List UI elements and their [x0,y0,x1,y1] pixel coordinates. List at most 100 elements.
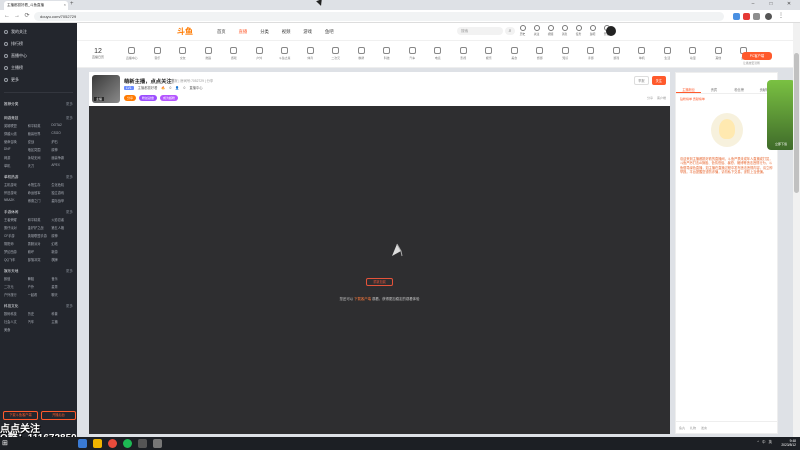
category-link[interactable]: 命运冠军 [28,190,50,195]
section-more[interactable]: 更多 [66,210,73,215]
forward-button[interactable]: → [13,12,21,20]
address-bar[interactable]: douyu.com/7052729 [34,12,724,21]
category-item[interactable]: 电竞 [425,47,451,60]
category-link[interactable]: 梦幻西游 [4,249,26,254]
folder-icon[interactable] [93,439,102,448]
category-link[interactable]: 永劫无间 [28,155,50,160]
chat-tab[interactable]: 主播粉丝 [676,86,702,93]
category-item[interactable]: 手游 [578,47,604,60]
category-link[interactable]: 星秀 [51,284,73,289]
category-link[interactable]: 逆战 [28,139,50,144]
category-link[interactable]: 星际战甲 [51,198,73,203]
sidebar-item[interactable]: 排行榜 [4,38,73,50]
app-icon[interactable] [78,439,87,448]
category-link[interactable]: 原神 [51,147,73,152]
category-item[interactable]: 其他 [706,47,732,60]
section-title[interactable]: 娱乐天地 [4,269,18,274]
sidebar-item[interactable]: 直播中心 [4,50,73,62]
report-button[interactable]: 举报 [634,76,649,85]
sidebar-item[interactable]: 主播榜 [4,62,73,74]
category-link[interactable]: 木筏生存 [28,182,50,187]
sidebar-item[interactable]: 更多 [4,74,73,86]
nav-item-0[interactable]: 首页 [217,29,226,35]
nav-item-5[interactable]: 鱼吧 [325,29,334,35]
category-link[interactable]: 独立游戏 [51,190,73,195]
category-link[interactable]: 英雄联盟手游 [28,233,50,238]
category-link[interactable]: 和平精英 [28,217,50,222]
chat-footer-item[interactable]: 发言 [701,426,707,430]
section-title[interactable]: 手游休闲 [4,210,18,215]
app-icon[interactable] [138,439,147,448]
category-link[interactable]: 第五人格 [51,225,73,230]
video-player[interactable]: 重新加载 您还可以 下载客户端 观看，获得更加稳定的观看体验 [89,106,670,434]
pc-client-button[interactable]: PC客户端 [742,52,772,60]
category-item[interactable]: 二次元 [323,47,349,60]
section-more[interactable]: 更多 [66,102,73,107]
category-link[interactable]: DOTA2 [51,123,73,128]
room-badge[interactable]: 分享 [124,95,137,101]
category-link[interactable]: 博德之门 [28,198,50,203]
category-link[interactable]: 魔兽争霸 [51,155,73,160]
section-more[interactable]: 更多 [66,175,73,180]
category-link[interactable]: 部落冲突 [28,257,50,262]
category-link[interactable]: 一起看 [28,292,50,297]
nav-item-2[interactable]: 分类 [260,29,269,35]
app-icon[interactable] [153,439,162,448]
sidebar-item[interactable]: 我的关注 [4,26,73,38]
follow-button[interactable]: 关注 [651,76,666,85]
category-item[interactable]: 科技 [374,47,400,60]
history-icon[interactable]: 历史 [517,25,528,36]
category-link[interactable] [51,327,73,332]
new-tab-button[interactable]: + [70,1,74,7]
open-live-button[interactable]: 开播后台 [41,411,76,420]
section-title[interactable]: 网游竞技 [4,116,18,121]
fish-icon[interactable]: 鱼吧 [587,25,598,36]
message-icon[interactable]: 消息 [559,25,570,36]
page-scrollbar[interactable] [793,23,800,437]
category-link[interactable]: DNF [4,147,26,152]
chat-tab[interactable]: 粉丝榜 [727,86,752,93]
category-link[interactable]: QQ飞车 [4,257,26,262]
room-category[interactable]: 直播中心 [189,85,202,90]
profile-icon[interactable] [765,13,772,20]
category-item[interactable]: 单机 [629,47,655,60]
category-item[interactable]: 棋牌 [349,47,375,60]
room-tool[interactable]: 客户端 [657,96,666,100]
category-item[interactable]: 游戏 [221,47,247,60]
nav-item-3[interactable]: 视频 [282,29,291,35]
category-link[interactable] [28,327,50,332]
chat-footer-item[interactable]: 鱼丸 [679,426,685,430]
category-link[interactable]: 科普 [51,311,73,316]
category-item[interactable]: 音乐 [145,47,171,60]
category-link[interactable]: 阴阳师 [4,241,26,246]
category-item[interactable]: 舞蹈 [196,47,222,60]
category-link[interactable]: 美食 [4,327,26,332]
category-link[interactable]: 网游 [4,155,26,160]
search-input[interactable]: 搜索 [457,27,503,35]
category-item[interactable]: 直播中心 [119,47,145,60]
tray-icon[interactable]: ^ [757,440,759,445]
category-link[interactable]: 和平精英 [28,123,50,128]
minimize-button[interactable]: – [746,0,760,9]
category-item[interactable]: 交友 [170,47,196,60]
category-link[interactable]: 聊天 [51,292,73,297]
category-link[interactable]: 音乐 [51,276,73,281]
section-more[interactable]: 更多 [66,116,73,121]
menu-icon[interactable]: ⋮ [778,13,785,20]
clock[interactable]: 9:48 2023/8/12 [781,439,796,447]
browser-tab[interactable]: 主播都挺好看_斗鱼直播 × [4,1,68,10]
tray-icon[interactable]: 英 [769,440,773,445]
category-link[interactable]: 生化危机 [51,182,73,187]
category-link[interactable]: 棋牌 [51,257,73,262]
category-item[interactable]: 斗鱼之星 [272,47,298,60]
category-link[interactable]: 王者荣耀 [4,217,26,222]
follow-icon[interactable]: 关注 [531,25,542,36]
tray-icon[interactable]: 中 [762,440,766,445]
category-link[interactable]: 主机游戏 [4,182,26,187]
task-icon[interactable]: 任务 [573,25,584,36]
search-icon[interactable]: ⌕ [505,27,515,35]
category-item[interactable]: 旅游 [527,47,553,60]
category-link[interactable]: 幻塔 [51,241,73,246]
start-button[interactable]: ⊞ [2,439,8,447]
category-link[interactable]: 历史 [28,311,50,316]
